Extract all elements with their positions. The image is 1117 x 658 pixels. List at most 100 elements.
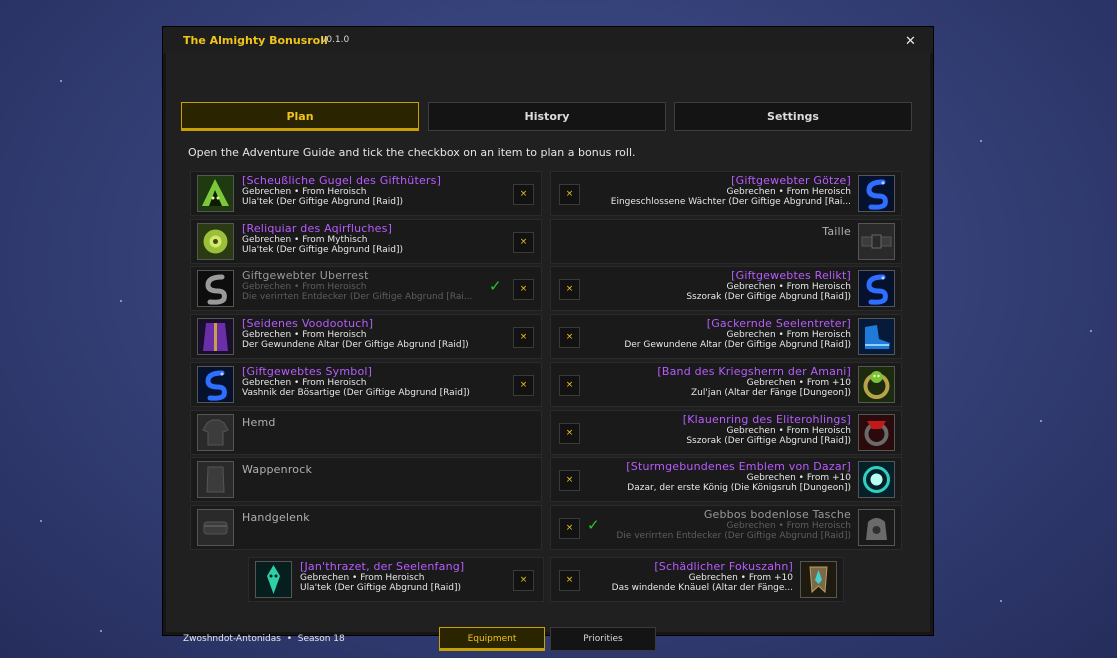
item-name[interactable]: [Klauenring des Eliterohlings] [593,414,851,426]
item-boss-instance: Der Gewundene Altar (Der Giftige Abgrund… [242,340,469,350]
hood-icon [197,175,234,212]
ring-green-icon [858,366,895,403]
tab-equipment[interactable]: Equipment [439,627,545,651]
item-boss-instance: Ula'tek (Der Giftige Abgrund [Raid]) [242,245,403,255]
tab-history[interactable]: History [428,102,666,131]
item-slot[interactable]: × [Gackernde Seelentreter] Gebrechen • Fro… [550,314,902,359]
item-boss-instance: Die verirrten Entdecker (Der Giftige Abg… [242,292,473,302]
plan-checkbox[interactable]: × [559,327,580,348]
item-text: [Sturmgebundenes Emblem von Dazar] Gebrec… [593,461,851,493]
window-title: The Almighty Bonusroll [183,34,328,47]
item-slot[interactable]: × [Sturmgebundenes Emblem von Dazar] Gebre… [550,457,902,502]
footer-separator: • [286,634,292,644]
star [980,140,982,142]
item-name[interactable]: [Band des Kriegsherrn der Amani] [593,366,851,378]
tab-priorities[interactable]: Priorities [550,627,656,651]
plan-checkbox[interactable]: × [513,279,534,300]
item-slot[interactable]: × [Giftgewebtes Relikt] Gebrechen • From H… [550,266,902,311]
title-bar[interactable]: The Almighty Bonusroll v0.1.0 ✕ [163,27,933,53]
item-slot[interactable]: × [Jan'thrazet, der Seelenfang] Gebrechen … [248,557,544,602]
wrist-slot-icon [197,509,234,546]
item-boss-instance: Eingeschlossene Wächter (Der Giftige Abg… [610,197,851,207]
shirt-slot-icon [197,414,234,451]
item-source-difficulty: Gebrechen • From Heroisch [726,187,851,197]
tab-plan[interactable]: Plan [181,102,419,131]
item-slot[interactable]: × [Scheußliche Gugel des Gifthüters] Gebre… [190,171,542,216]
item-slot[interactable]: × [Schädlicher Fokuszahn] Gebrechen • From… [550,557,844,602]
item-slot[interactable]: × [Giftgewebtes Symbol] Gebrechen • From H… [190,362,542,407]
ring-red-icon [858,414,895,451]
season-label: Season 18 [297,634,345,644]
plan-checkbox[interactable]: × [559,184,580,205]
item-slot[interactable]: × [Band des Kriegsherrn der Amani] Gebrech… [550,362,902,407]
star [60,80,62,82]
item-source-difficulty: Gebrechen • From Heroisch [726,330,851,340]
item-boss-instance: Ula'tek (Der Giftige Abgrund [Raid]) [300,583,461,593]
tab-settings[interactable]: Settings [674,102,912,131]
plan-checkbox[interactable]: × [559,375,580,396]
item-text: Handgelenk [242,509,490,524]
close-icon[interactable]: ✕ [905,34,916,49]
plan-checkbox[interactable]: × [513,232,534,253]
empty-slot: Taille [550,219,902,264]
empty-slot: Handgelenk [190,505,542,550]
item-name[interactable]: [Reliquiar des Aqirfluches] [242,223,490,235]
plan-checkbox[interactable]: × [559,518,580,539]
bag-icon [858,509,895,546]
plan-checkbox[interactable]: × [513,327,534,348]
item-name[interactable]: Gebbos bodenlose Tasche [593,509,851,521]
serpent-blue-icon [197,366,234,403]
star [1090,330,1092,332]
item-name[interactable]: [Schädlicher Fokuszahn] [593,561,793,573]
plan-checkbox[interactable]: × [513,375,534,396]
item-source-difficulty: Gebrechen • From Heroisch [726,521,851,531]
item-slot[interactable]: × ✓ Giftgewebter Überrest Gebrechen • From … [190,266,542,311]
checkmark-icon: ✓ [489,277,502,295]
item-source-difficulty: Gebrechen • From Mythisch [242,235,368,245]
empty-slot: Hemd [190,410,542,455]
item-text: Hemd [242,414,490,429]
item-name[interactable]: [Jan'thrazet, der Seelenfang] [300,561,505,573]
plan-checkbox[interactable]: × [513,570,534,591]
plan-checkbox[interactable]: × [513,184,534,205]
item-name[interactable]: [Sturmgebundenes Emblem von Dazar] [593,461,851,473]
plan-checkbox[interactable]: × [559,570,580,591]
cloak-icon [197,318,234,355]
item-text: [Scheußliche Gugel des Gifthüters] Gebrec… [242,175,490,207]
item-name[interactable]: [Scheußliche Gugel des Gifthüters] [242,175,490,187]
empty-slot: Wappenrock [190,457,542,502]
item-text: Taille [593,223,851,238]
boots-icon [858,318,895,355]
slot-label: Wappenrock [242,463,313,476]
item-boss-instance: Sszorak (Der Giftige Abgrund [Raid]) [686,436,851,446]
item-source-difficulty: Gebrechen • From Heroisch [726,426,851,436]
item-name[interactable]: Giftgewebter Überrest [242,270,490,282]
item-slot[interactable]: × [Seidenes Voodootuch] Gebrechen • From H… [190,314,542,359]
item-name[interactable]: [Giftgewebter Götze] [593,175,851,187]
star [40,520,42,522]
item-name[interactable]: [Giftgewebtes Symbol] [242,366,490,378]
waist-slot-icon [858,223,895,260]
bonusroll-window: The Almighty Bonusroll v0.1.0 ✕ Plan His… [162,26,934,651]
version-label: v0.1.0 [321,35,350,45]
tabard-slot-icon [197,461,234,498]
item-name[interactable]: [Gackernde Seelentreter] [593,318,851,330]
slot-label: Taille [822,225,851,238]
character-name: Zwoshndot-Antonidas [183,634,281,644]
item-slot[interactable]: × [Giftgewebter Götze] Gebrechen • From He… [550,171,902,216]
item-name[interactable]: [Seidenes Voodootuch] [242,318,490,330]
item-text: [Giftgewebtes Symbol] Gebrechen • From He… [242,366,490,398]
item-slot[interactable]: × [Klauenring des Eliterohlings] Gebrechen… [550,410,902,455]
item-boss-instance: Ula'tek (Der Giftige Abgrund [Raid]) [242,197,403,207]
plan-checkbox[interactable]: × [559,423,580,444]
item-slot[interactable]: × ✓ Gebbos bodenlose Tasche Gebrechen • Fro… [550,505,902,550]
slot-label: Hemd [242,416,276,429]
item-source-difficulty: Gebrechen • From +10 [746,473,851,483]
item-name[interactable]: [Giftgewebtes Relikt] [593,270,851,282]
content-panel: Plan History Settings Open the Adventure… [166,53,930,651]
item-boss-instance: Die verirrten Entdecker (Der Giftige Abg… [616,531,851,541]
plan-checkbox[interactable]: × [559,470,580,491]
plan-checkbox[interactable]: × [559,279,580,300]
emblem-icon [858,461,895,498]
item-slot[interactable]: × [Reliquiar des Aqirfluches] Gebrechen • … [190,219,542,264]
